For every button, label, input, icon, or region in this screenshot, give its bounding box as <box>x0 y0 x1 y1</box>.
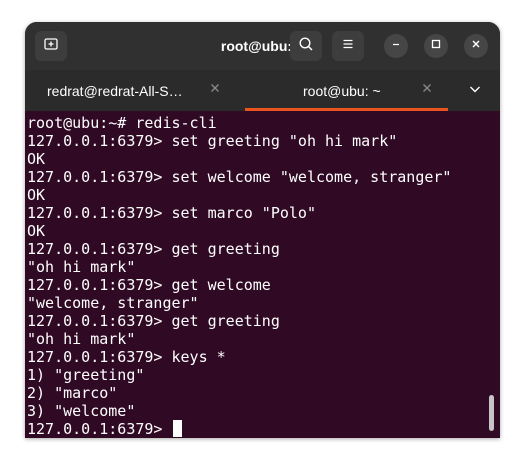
tab-root-ubu-close-button[interactable] <box>419 82 435 98</box>
new-tab-button[interactable] <box>35 31 67 61</box>
maximize-button[interactable] <box>424 34 448 58</box>
terminal-line: "oh hi mark" <box>27 258 136 276</box>
tab-root-ubu[interactable]: root@ubu: ~ <box>303 70 403 111</box>
terminal-line: 127.0.0.1:6379> get greeting <box>27 240 280 258</box>
terminal-line: 127.0.0.1:6379> keys * <box>27 348 226 366</box>
search-button[interactable] <box>290 31 322 61</box>
terminal-line: 2) "marco" <box>27 384 118 402</box>
terminal-line: 127.0.0.1:6379> get welcome <box>27 276 271 294</box>
terminal-line: OK <box>27 222 46 240</box>
chevron-down-icon <box>468 82 482 101</box>
terminal-line: "welcome, stranger" <box>27 294 199 312</box>
menu-button[interactable] <box>332 31 364 61</box>
terminal-line: 127.0.0.1:6379> set greeting "oh hi mark… <box>27 132 398 150</box>
close-tab-icon <box>421 81 433 99</box>
tab-redrat-close-button[interactable] <box>207 82 223 98</box>
tab-bar: redrat@redrat-All-S… root@ubu: ~ <box>25 70 500 111</box>
minimize-icon <box>390 37 402 55</box>
terminal-line: 3) "welcome" <box>27 402 136 420</box>
terminal-prompt-line[interactable]: 127.0.0.1:6379> <box>27 420 451 438</box>
close-icon <box>470 37 482 55</box>
titlebar[interactable]: root@ubu: ~ <box>25 22 500 70</box>
close-tab-icon <box>209 81 221 99</box>
tab-list-button[interactable] <box>467 83 483 99</box>
tab-redrat[interactable]: redrat@redrat-All-S… <box>47 70 207 111</box>
minimize-button[interactable] <box>384 34 408 58</box>
tab-label: root@ubu: ~ <box>303 82 381 99</box>
terminal-line: OK <box>27 186 46 204</box>
close-button[interactable] <box>464 34 488 58</box>
terminal-line: 1) "greeting" <box>27 366 145 384</box>
terminal-line: "oh hi mark" <box>27 330 136 348</box>
terminal-lines: root@ubu:~# redis-cli 127.0.0.1:6379> se… <box>27 114 451 438</box>
terminal-output[interactable]: root@ubu:~# redis-cli 127.0.0.1:6379> se… <box>25 111 500 438</box>
terminal-line: root@ubu:~# redis-cli <box>27 114 217 132</box>
terminal-window: root@ubu: ~ redrat@redrat-All-S… root@ub… <box>25 22 500 438</box>
hamburger-menu-icon <box>340 36 356 57</box>
terminal-line: 127.0.0.1:6379> set marco "Polo" <box>27 204 316 222</box>
terminal-line: 127.0.0.1:6379> get greeting <box>27 312 280 330</box>
terminal-cursor <box>172 420 182 437</box>
scrollbar-thumb[interactable] <box>489 395 494 431</box>
tab-label: redrat@redrat-All-S… <box>47 82 183 99</box>
maximize-icon <box>430 37 442 55</box>
search-icon <box>298 36 314 57</box>
terminal-prompt: 127.0.0.1:6379> <box>27 420 172 438</box>
terminal-line: 127.0.0.1:6379> set welcome "welcome, st… <box>27 168 452 186</box>
new-tab-icon <box>43 36 59 57</box>
terminal-line: OK <box>27 150 46 168</box>
